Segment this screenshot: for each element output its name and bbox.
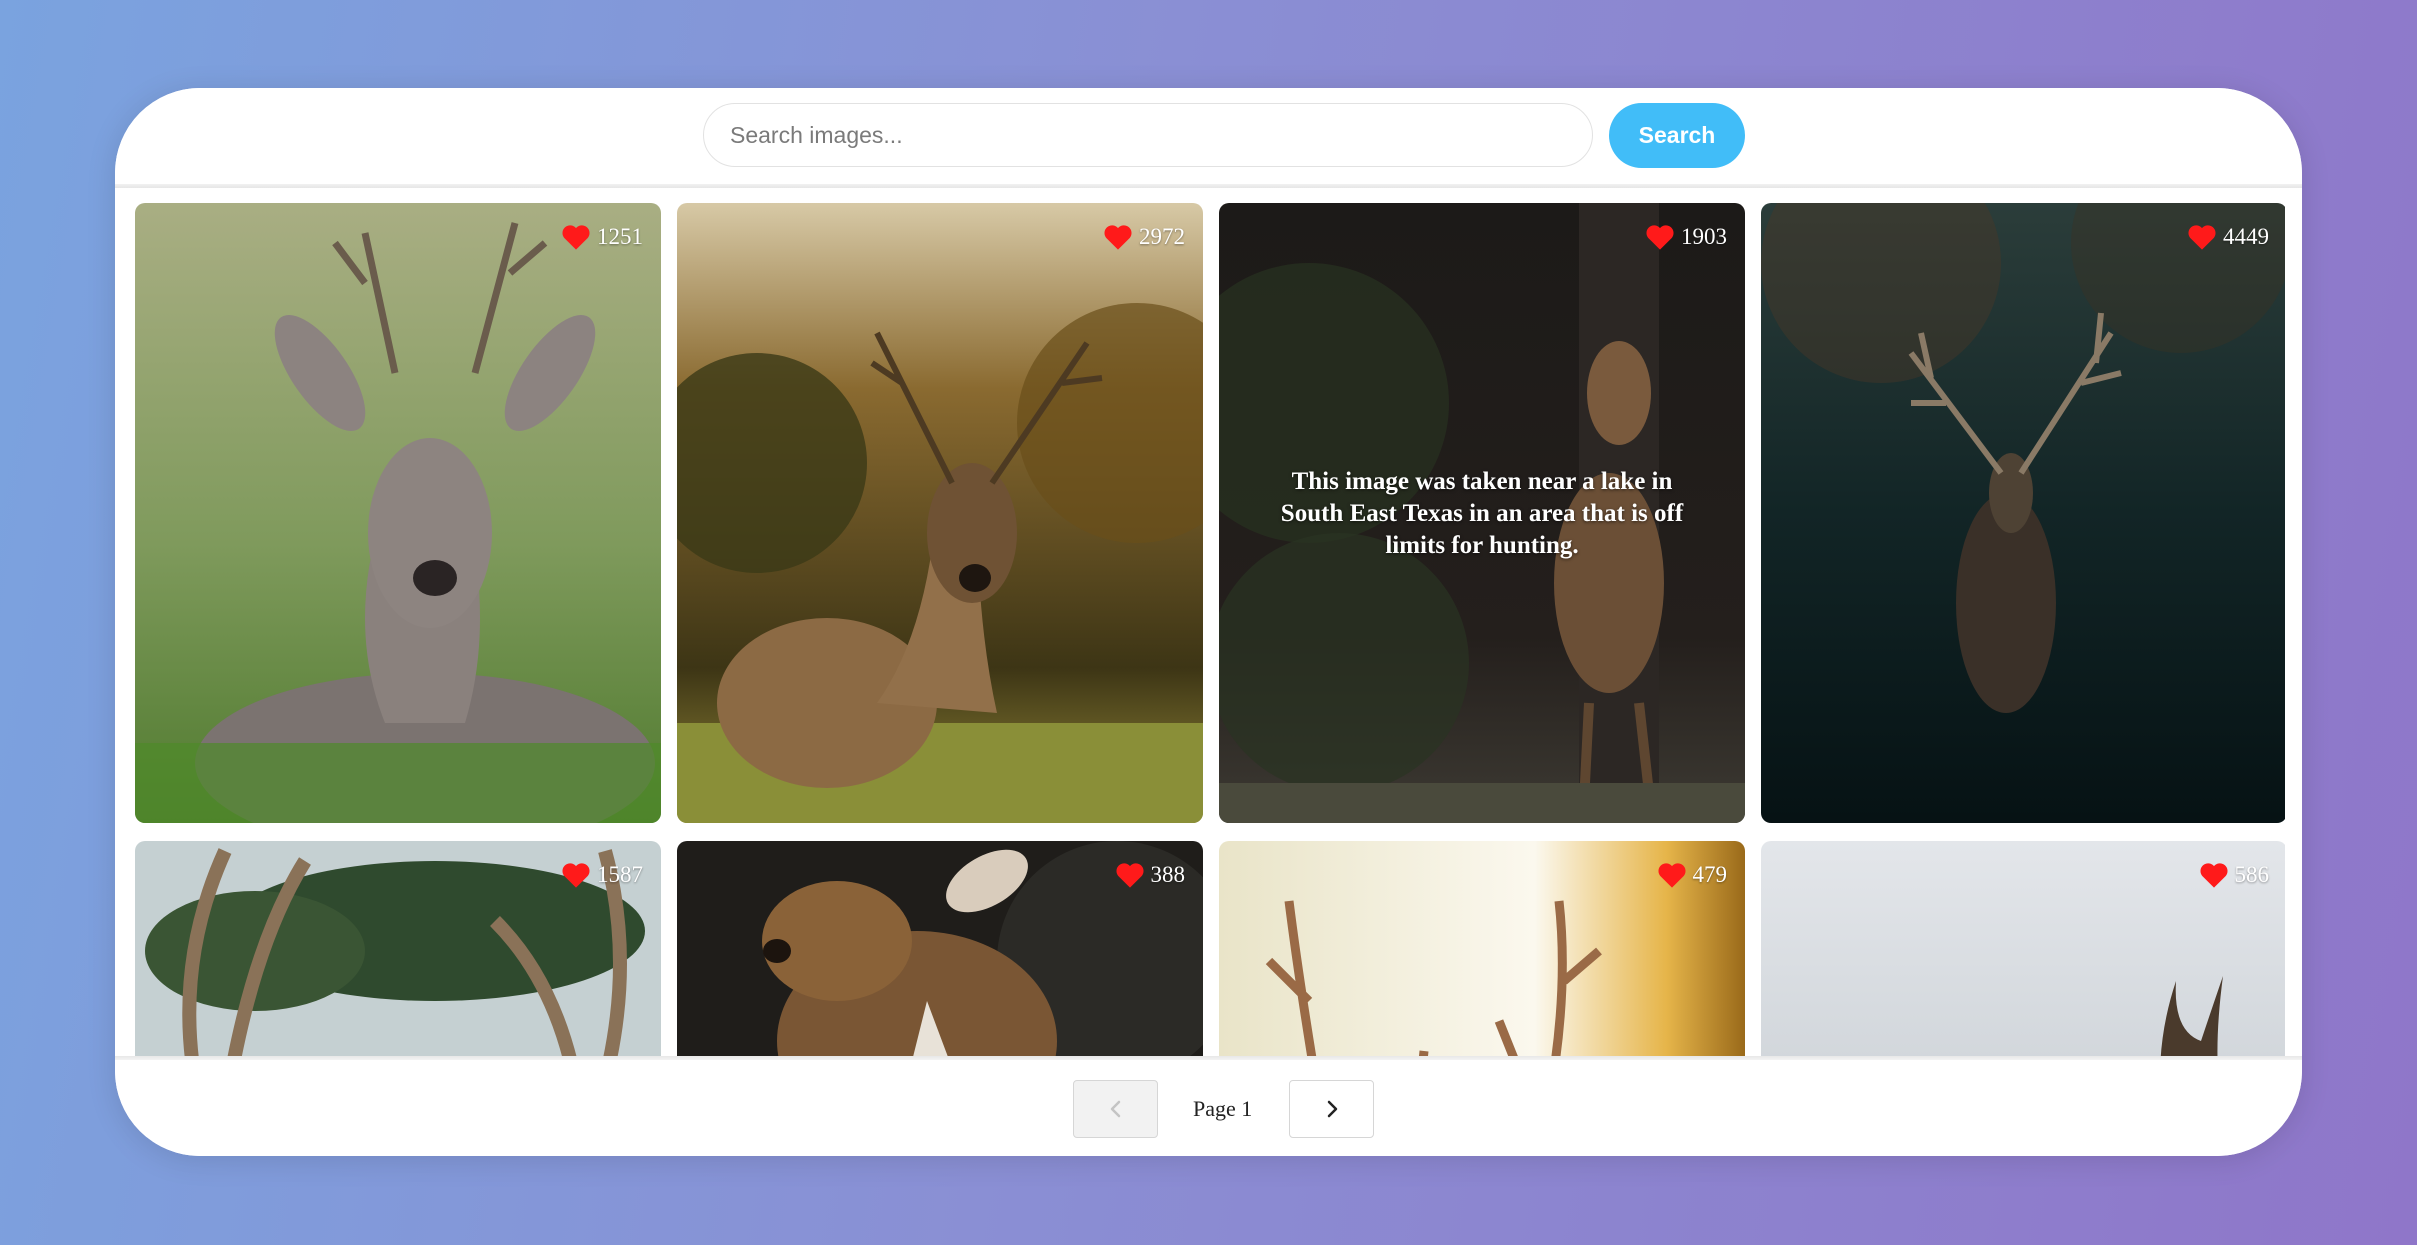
image-card[interactable]: 1587 — [135, 841, 661, 1060]
like-badge[interactable]: 586 — [2199, 861, 2270, 889]
image-card[interactable]: 479 — [1219, 841, 1745, 1060]
search-input[interactable] — [703, 103, 1593, 167]
like-badge[interactable]: 2972 — [1103, 223, 1185, 251]
page-indicator: Page 1 — [1193, 1096, 1253, 1121]
heart-icon — [1104, 225, 1132, 250]
heart-icon — [1657, 863, 1686, 888]
image-grid[interactable]: 1251 2972 This image was taken near a la… — [135, 203, 2285, 1060]
heart-icon — [2199, 863, 2228, 888]
chevron-left-icon — [1110, 1100, 1120, 1118]
like-badge[interactable]: 388 — [1115, 861, 1186, 889]
like-count: 479 — [1692, 862, 1728, 887]
like-count: 586 — [2234, 862, 2270, 887]
top-divider — [115, 184, 2302, 188]
search-button[interactable]: Search — [1609, 103, 1745, 168]
deer-photo — [677, 203, 1203, 823]
like-count: 2972 — [1139, 224, 1185, 249]
image-caption: This image was taken near a lake in Sout… — [1280, 468, 1684, 559]
image-card[interactable]: 1251 — [135, 203, 661, 823]
like-badge[interactable]: 1251 — [561, 223, 643, 251]
pagination: Page 1 — [115, 1060, 2302, 1156]
deer-photo — [135, 203, 661, 823]
prev-page-button[interactable] — [1073, 1080, 1158, 1138]
like-count: 1251 — [597, 224, 643, 249]
heart-icon — [1115, 863, 1144, 888]
image-card[interactable]: 388 — [677, 841, 1203, 1060]
image-card[interactable]: 586 — [1761, 841, 2285, 1060]
like-badge[interactable]: 1587 — [561, 861, 643, 889]
like-badge[interactable]: 4449 — [2187, 223, 2269, 251]
image-card[interactable]: 4449 — [1761, 203, 2285, 823]
like-count: 388 — [1150, 862, 1186, 887]
next-page-button[interactable] — [1289, 1080, 1374, 1138]
bottom-divider — [115, 1056, 2302, 1060]
like-count: 1587 — [597, 862, 643, 887]
like-badge[interactable]: 1903 — [1645, 223, 1727, 251]
like-count: 4449 — [2223, 224, 2269, 249]
image-card[interactable]: 2972 — [677, 203, 1203, 823]
heart-icon — [2188, 225, 2216, 250]
chevron-right-icon — [1327, 1100, 1337, 1118]
like-count: 1903 — [1681, 224, 1727, 249]
heart-icon — [562, 225, 590, 250]
heart-icon — [562, 863, 590, 888]
search-bar: Search — [115, 88, 2302, 188]
deer-photo — [1761, 203, 2285, 823]
app-window: Search images... Search 1251 2972 This i… — [115, 88, 2302, 1156]
heart-icon — [1646, 225, 1674, 250]
like-badge[interactable]: 479 — [1657, 861, 1728, 889]
image-card[interactable]: This image was taken near a lake in Sout… — [1219, 203, 1745, 823]
